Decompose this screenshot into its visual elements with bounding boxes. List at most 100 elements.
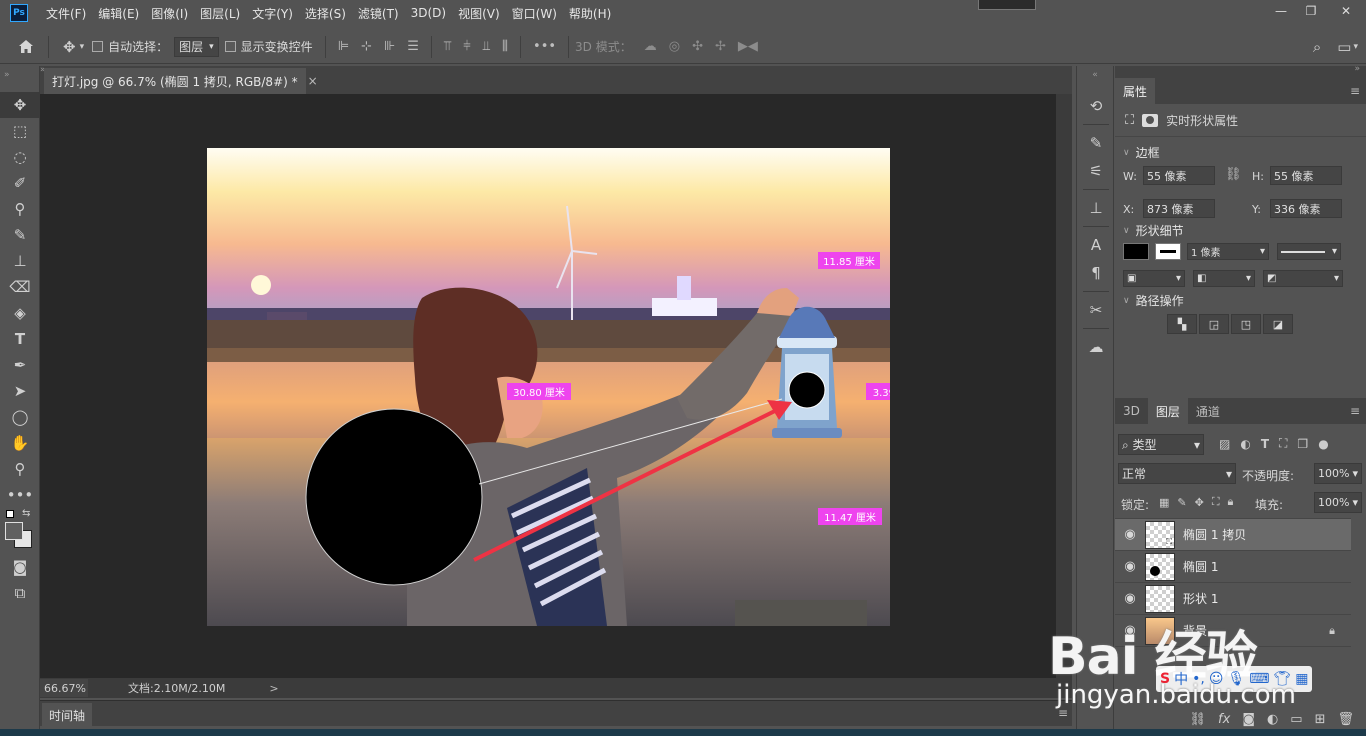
scale-3d-icon[interactable]: ▶◀ [732, 39, 764, 54]
canvas-image[interactable]: 11.85 厘米 30.80 厘米 3.39 厘米 11.47 厘米 [207, 148, 890, 626]
panel-menu-icon[interactable]: ≡ [1350, 404, 1360, 418]
type-tool-icon[interactable]: T [0, 326, 40, 352]
search-icon[interactable]: ⌕ [1305, 38, 1329, 56]
y-field[interactable]: 336 像素 [1270, 199, 1342, 218]
smart-object-filter-icon[interactable]: ❐ [1297, 437, 1308, 451]
slide-3d-icon[interactable]: ✢ [709, 39, 732, 54]
move-tool-icon[interactable]: ✥ ▾ [55, 38, 92, 56]
lock-transparent-icon[interactable]: ▦ [1159, 496, 1169, 509]
vertical-scrollbar[interactable] [1056, 94, 1072, 678]
stroke-width-dropdown[interactable]: 1 像素 ▾ [1187, 243, 1269, 260]
shape-details-section-title[interactable]: ∨ 形状细节 [1123, 222, 1184, 239]
path-select-tool-icon[interactable]: ➤ [0, 378, 40, 404]
align-top-icon[interactable]: ⫪ [438, 39, 457, 54]
quick-select-tool-icon[interactable]: ✐ [0, 170, 40, 196]
lock-position-icon[interactable]: ✥ [1195, 496, 1204, 509]
bounds-section-title[interactable]: ∨ 边框 [1123, 144, 1160, 161]
marquee-tool-icon[interactable]: ⬚ [0, 118, 40, 144]
character-icon[interactable]: A [1077, 231, 1115, 259]
filter-toggle-icon[interactable]: ● [1318, 437, 1328, 451]
layer-filter-dropdown[interactable]: ⌕ 类型 ▾ [1118, 434, 1204, 455]
tab-properties[interactable]: 属性 [1115, 78, 1156, 104]
close-window-icon[interactable]: ✕ [1326, 0, 1366, 22]
layer-name[interactable]: 椭圆 1 拷贝 [1183, 526, 1246, 543]
image-filter-icon[interactable]: ▨ [1219, 437, 1230, 451]
fill-color-swatch[interactable] [1123, 243, 1149, 260]
link-icon[interactable]: ⛓ [1225, 167, 1242, 182]
adjust-icon[interactable]: ⚟ [1077, 157, 1115, 185]
swap-colors-icon[interactable]: ⇆ [22, 508, 30, 519]
align-left-icon[interactable]: ⊫ [332, 39, 355, 54]
ellipse-tool-icon[interactable]: ◯ [0, 404, 40, 430]
shape-filter-icon[interactable]: ⛶ [1279, 436, 1287, 451]
fill-field[interactable]: 100% ▾ [1314, 492, 1362, 513]
grid-icon[interactable]: ▦ [1295, 671, 1308, 687]
libraries-icon[interactable]: ☁ [1077, 333, 1115, 361]
tab-timeline[interactable]: 时间轴 [42, 703, 92, 727]
lock-pixels-icon[interactable]: ✎ [1177, 496, 1186, 509]
hand-tool-icon[interactable]: ✋ [0, 430, 40, 456]
restore-icon[interactable]: ❐ [1296, 0, 1326, 22]
orbit-3d-icon[interactable]: ☁ [638, 39, 663, 54]
subtract-shape-icon[interactable]: ◲ [1199, 314, 1229, 334]
menu-image[interactable]: 图像(I) [145, 5, 194, 22]
menu-3d[interactable]: 3D(D) [405, 6, 452, 20]
pen-tool-icon[interactable]: ✒ [0, 352, 40, 378]
distribute-icon[interactable]: ☰ [401, 39, 425, 54]
minimize-icon[interactable]: — [1266, 0, 1296, 22]
status-menu-icon[interactable]: > [269, 682, 278, 695]
collapse-icon[interactable]: » [1354, 64, 1360, 74]
stroke-type-dropdown[interactable]: ▾ [1277, 243, 1341, 260]
mask-icon[interactable] [1142, 114, 1159, 127]
paint-bucket-tool-icon[interactable]: ◈ [0, 300, 40, 326]
close-tab-icon[interactable]: × [308, 74, 318, 88]
stamp-tool-icon[interactable]: ⊥ [0, 248, 40, 274]
menu-layer[interactable]: 图层(L) [194, 5, 246, 22]
menu-type[interactable]: 文字(Y) [246, 5, 299, 22]
document-tab[interactable]: 打灯.jpg @ 66.7% (椭圆 1 拷贝, RGB/8#) * × [44, 68, 318, 94]
align-center-icon[interactable]: ⊹ [355, 39, 378, 54]
quick-mask-icon[interactable]: ◙ [0, 554, 40, 580]
lock-all-icon[interactable]: 🔒︎ [1228, 495, 1234, 509]
roll-3d-icon[interactable]: ◎ [663, 39, 686, 54]
type-filter-icon[interactable]: T [1261, 437, 1269, 451]
screen-mode-icon[interactable]: ⧉ [0, 580, 40, 606]
visibility-eye-icon[interactable]: ◉ [1115, 591, 1145, 606]
menu-file[interactable]: 文件(F) [40, 5, 92, 22]
menu-edit[interactable]: 编辑(E) [92, 5, 145, 22]
stroke-color-swatch[interactable] [1155, 243, 1181, 260]
distribute-vertical-icon[interactable]: ⫼ [496, 39, 514, 54]
adjustment-filter-icon[interactable]: ◐ [1240, 437, 1250, 451]
menu-window[interactable]: 窗口(W) [506, 5, 563, 22]
zoom-tool-icon[interactable]: ⚲ [0, 456, 40, 482]
x-field[interactable]: 873 像素 [1143, 199, 1215, 218]
auto-select-checkbox[interactable] [92, 41, 104, 52]
more-tools-icon[interactable]: ••• [0, 482, 40, 508]
height-field[interactable]: 55 像素 [1270, 166, 1342, 185]
exclude-shapes-icon[interactable]: ◪ [1263, 314, 1293, 334]
layer-name[interactable]: 椭圆 1 [1183, 558, 1218, 575]
collapse-icon[interactable]: » [0, 66, 39, 92]
align-right-icon[interactable]: ⊪ [378, 39, 401, 54]
auto-select-dropdown[interactable]: 图层 ▾ [174, 36, 219, 57]
intersect-shapes-icon[interactable]: ◳ [1231, 314, 1261, 334]
color-swatches[interactable]: ⇆ [0, 508, 39, 554]
transform-icon[interactable]: ⛶ [1125, 113, 1134, 128]
menu-help[interactable]: 帮助(H) [563, 5, 617, 22]
paragraph-icon[interactable]: ¶ [1077, 259, 1115, 287]
eyedropper-tool-icon[interactable]: ⚲ [0, 196, 40, 222]
menu-select[interactable]: 选择(S) [299, 5, 352, 22]
align-bottom-icon[interactable]: ⫫ [477, 39, 496, 54]
visibility-eye-icon[interactable]: ◉ [1115, 559, 1145, 574]
workspace-icon[interactable]: ▭ ▾ [1329, 38, 1366, 56]
brush-tool-icon[interactable]: ✎ [0, 222, 40, 248]
menu-filter[interactable]: 滤镜(T) [352, 5, 405, 22]
pan-3d-icon[interactable]: ✣ [686, 39, 709, 54]
layer-row[interactable]: ◉ ⛶ 椭圆 1 拷贝 [1115, 519, 1351, 551]
stroke-align-dropdown[interactable]: ▣ ▾ [1123, 270, 1185, 287]
panel-menu-icon[interactable]: ≡ [1350, 84, 1360, 98]
zoom-level-field[interactable]: 66.67% [40, 679, 88, 697]
width-field[interactable]: 55 像素 [1143, 166, 1215, 185]
default-colors-icon[interactable] [6, 510, 14, 518]
layer-row[interactable]: ◉ 椭圆 1 [1115, 551, 1351, 583]
